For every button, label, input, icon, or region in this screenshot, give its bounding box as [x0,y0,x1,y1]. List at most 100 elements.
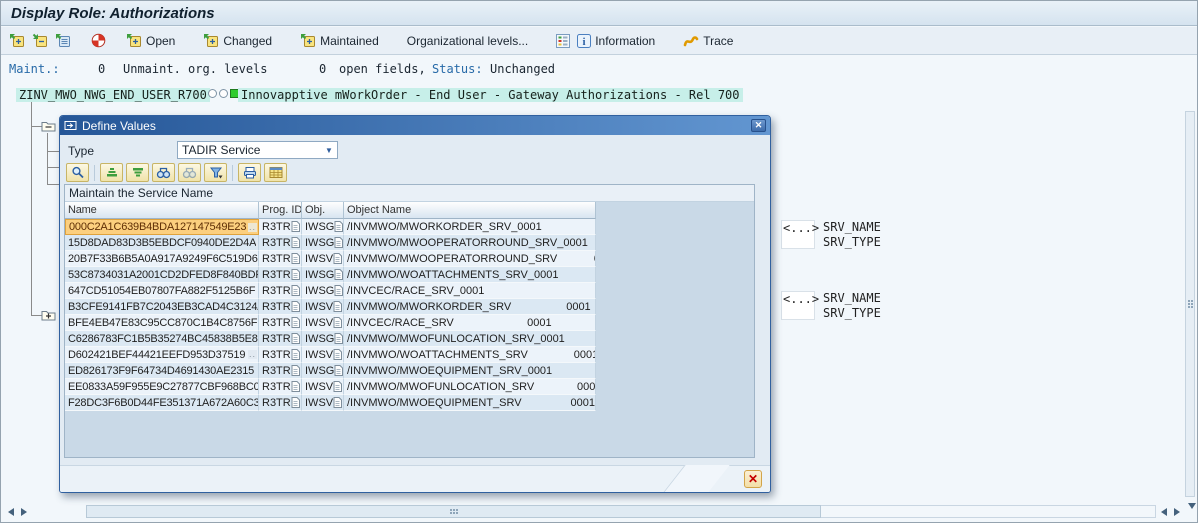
cell-prog-id[interactable]: R3TR [259,315,302,331]
scroll-left-button[interactable] [5,505,17,518]
column-header-name[interactable]: Name [65,202,259,219]
table-row[interactable]: 15D8DAD83D3B5EBDCF0940DE2D4A..R3TRIWSG/I… [65,235,754,251]
legend-button[interactable] [556,34,570,48]
cell-obj-type[interactable]: IWSV [302,315,344,331]
column-header-obj[interactable]: Obj. [302,202,344,219]
collapse-node-button[interactable] [32,33,48,48]
cell-prog-id[interactable]: R3TR [259,235,302,251]
cell-service-name[interactable]: 15D8DAD83D3B5EBDCF0940DE2D4A.. [65,235,259,251]
cell-obj-type[interactable]: IWSV [302,251,344,267]
cell-service-name[interactable]: 20B7F33B6B5A0A917A9249F6C519D6 [65,251,259,267]
information-button[interactable]: i Information [577,34,655,48]
cell-service-name[interactable]: F28DC3F6B0D44FE351371A672A60C3 [65,395,259,411]
cell-service-name[interactable]: C6286783FC1B5B35274BC45838B5E8 [65,331,259,347]
authorization-ball-button[interactable] [91,33,106,48]
cell-obj-type[interactable]: IWSG [302,363,344,379]
cell-service-name[interactable]: ED826173F9F64734D4691430AE2315 [65,363,259,379]
table-row[interactable]: 647CD51054EB07807FA882F5125B6FR3TRIWSG/I… [65,283,754,299]
table-row[interactable]: BFE4EB47E83C95CC870C1B4C8756FFR3TRIWSV/I… [65,315,754,331]
column-header-prog-id[interactable]: Prog. ID [259,202,302,219]
cell-prog-id[interactable]: R3TR [259,219,302,235]
cell-prog-id[interactable]: R3TR [259,331,302,347]
collapse-node-icon [32,33,48,48]
cancel-button[interactable]: ✕ [744,470,762,488]
changed-button[interactable]: Changed [203,33,272,48]
cell-object-name[interactable]: /INVCEC/RACE_SRV_0001 [344,283,596,299]
search-button[interactable] [152,163,175,182]
cell-obj-type[interactable]: IWSG [302,219,344,235]
organizational-levels-button[interactable]: Organizational levels... [407,34,528,48]
cell-object-name[interactable]: /INVMWO/MWOOPERATORROUND_SRV_0001 [344,235,596,251]
cell-obj-type[interactable]: IWSG [302,235,344,251]
table-row[interactable]: 000C2A1C639B4BDA127147549E23..R3TRIWSG/I… [65,219,754,235]
scroll-left-button[interactable] [1158,505,1170,518]
cell-obj-type[interactable]: IWSG [302,283,344,299]
column-header-object-name[interactable]: Object Name [344,202,596,219]
cell-prog-id[interactable]: R3TR [259,363,302,379]
cell-obj-type[interactable]: IWSV [302,347,344,363]
cell-prog-id[interactable]: R3TR [259,251,302,267]
search-next-button[interactable] [178,163,201,182]
dialog-titlebar[interactable]: Define Values ✕ [60,116,770,135]
cell-prog-id[interactable]: R3TR [259,395,302,411]
cell-prog-id[interactable]: R3TR [259,347,302,363]
cell-object-name[interactable]: /INVMWO/MWOOPERATORROUND_SRV 00.. [344,251,596,267]
cell-service-name[interactable]: 53C8734031A2001CD2DFED8F840BDF [65,267,259,283]
cell-obj-type[interactable]: IWSG [302,331,344,347]
cell-service-name[interactable]: 647CD51054EB07807FA882F5125B6F [65,283,259,299]
scroll-right-button[interactable] [1171,505,1183,518]
cell-service-name[interactable]: B3CFE9141FB7C2043EB3CAD4C3124A [65,299,259,315]
folder-expanded-icon[interactable] [41,120,56,132]
table-row[interactable]: C6286783FC1B5B35274BC45838B5E8R3TRIWSG/I… [65,331,754,347]
table-row[interactable]: B3CFE9141FB7C2043EB3CAD4C3124AR3TRIWSV/I… [65,299,754,315]
cell-object-name[interactable]: /INVMWO/MWOFUNLOCATION_SRV_0001 [344,331,596,347]
role-name[interactable]: ZINV_MWO_NWG_END_USER_R700 [16,88,210,102]
vertical-scrollbar[interactable] [1185,111,1195,497]
table-row[interactable]: D602421BEF44421EEFD953D37519..R3TRIWSV/I… [65,347,754,363]
dialog-close-button[interactable]: ✕ [751,119,766,132]
expand-subtree-button[interactable] [55,33,71,48]
cell-obj-type[interactable]: IWSV [302,379,344,395]
folder-collapsed-icon[interactable] [41,309,56,321]
cell-service-name[interactable]: BFE4EB47E83C95CC870C1B4C8756FF [65,315,259,331]
print-button[interactable] [238,163,261,182]
cell-prog-id[interactable]: R3TR [259,267,302,283]
table-settings-button[interactable] [264,163,287,182]
scrollbar-thumb[interactable] [86,505,821,518]
type-dropdown[interactable]: TADIR Service ▼ [177,141,338,159]
table-row[interactable]: EE0833A59F955E9C27877CBF968BC0R3TRIWSV/I… [65,379,754,395]
table-row[interactable]: 53C8734031A2001CD2DFED8F840BDFR3TRIWSG/I… [65,267,754,283]
find-button[interactable] [66,163,89,182]
cell-obj-type[interactable]: IWSV [302,299,344,315]
value-placeholder-field[interactable]: <...> [781,291,815,320]
cell-object-name[interactable]: /INVMWO/MWORKORDER_SRV_0001 [344,219,596,235]
set-filter-button[interactable] [204,163,227,182]
expand-node-button[interactable] [9,33,25,48]
cell-service-name[interactable]: D602421BEF44421EEFD953D37519.. [65,347,259,363]
cell-obj-type[interactable]: IWSV [302,395,344,411]
cell-object-name[interactable]: /INVMWO/MWOEQUIPMENT_SRV_0001 [344,363,596,379]
cell-object-name[interactable]: /INVMWO/MWOEQUIPMENT_SRV 0001 [344,395,596,411]
sort-descending-button[interactable] [126,163,149,182]
cell-object-name[interactable]: /INVMWO/WOATTACHMENTS_SRV_0001 [344,267,596,283]
cell-object-name[interactable]: /INVMWO/MWOFUNLOCATION_SRV 0001 [344,379,596,395]
table-row[interactable]: ED826173F9F64734D4691430AE2315R3TRIWSG/I… [65,363,754,379]
table-row[interactable]: 20B7F33B6B5A0A917A9249F6C519D6R3TRIWSV/I… [65,251,754,267]
cell-object-name[interactable]: /INVMWO/MWORKORDER_SRV 0001 [344,299,596,315]
cell-prog-id[interactable]: R3TR [259,379,302,395]
scroll-right-button[interactable] [18,505,30,518]
cell-service-name[interactable]: 000C2A1C639B4BDA127147549E23.. [65,219,259,235]
cell-object-name[interactable]: /INVCEC/RACE_SRV 0001 [344,315,596,331]
sort-ascending-button[interactable] [100,163,123,182]
maintained-button[interactable]: Maintained [300,33,379,48]
open-button[interactable]: Open [126,33,175,48]
table-row[interactable]: F28DC3F6B0D44FE351371A672A60C3R3TRIWSV/I… [65,395,754,411]
cell-obj-type[interactable]: IWSG [302,267,344,283]
value-placeholder-field[interactable]: <...> [781,220,815,249]
trace-button[interactable]: Trace [683,34,733,48]
cell-object-name[interactable]: /INVMWO/WOATTACHMENTS_SRV 0001 [344,347,596,363]
role-description[interactable]: Innovapptive mWorkOrder - End User - Gat… [238,88,743,102]
cell-prog-id[interactable]: R3TR [259,299,302,315]
cell-service-name[interactable]: EE0833A59F955E9C27877CBF968BC0 [65,379,259,395]
cell-prog-id[interactable]: R3TR [259,283,302,299]
